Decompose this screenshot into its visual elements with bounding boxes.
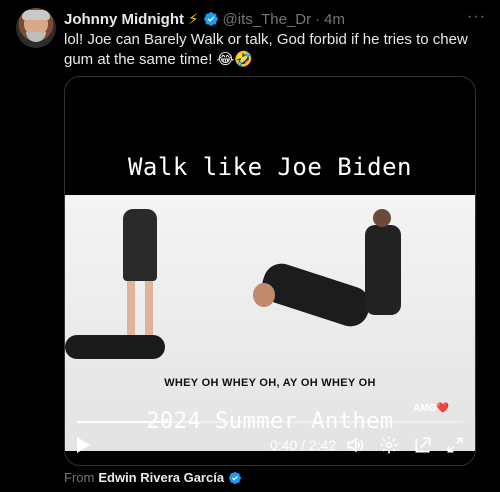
scene-figure-lying: [65, 335, 165, 359]
separator-dot: ·: [315, 10, 321, 28]
attribution-source[interactable]: Edwin Rivera García: [98, 470, 224, 485]
tweet-timestamp[interactable]: 4m: [324, 11, 345, 28]
scene-figure-dancing: [365, 225, 401, 315]
scene-figure-legs-2: [145, 281, 153, 343]
fullscreen-icon[interactable]: [445, 435, 465, 455]
author-name-emoji: ⚡: [187, 11, 199, 28]
author-name[interactable]: Johnny Midnight: [64, 11, 184, 28]
scene-figure-dancing-head: [373, 209, 391, 227]
volume-icon[interactable]: [345, 435, 365, 455]
verified-badge-icon: [203, 12, 218, 26]
scene-figure-legs: [127, 281, 135, 343]
settings-gear-icon[interactable]: [379, 435, 399, 455]
video-controls: 0:40 / 2:42: [65, 433, 475, 459]
avatar-beard: [26, 32, 46, 42]
video-watermark: AMG❤️: [413, 403, 449, 414]
tweet-header: Johnny Midnight ⚡ @its_The_Dr · 4m ···: [64, 8, 486, 28]
scene-figure-standing: [123, 209, 157, 281]
more-options-icon[interactable]: ···: [467, 8, 486, 26]
attribution-prefix: From: [64, 470, 95, 485]
avatar-hair: [22, 10, 50, 20]
picture-in-picture-icon[interactable]: [413, 435, 433, 455]
video-progress-bar[interactable]: [77, 421, 463, 423]
video-frame[interactable]: Walk like Joe Biden WHEY OH WHEY OH, AY …: [65, 77, 475, 465]
tweet-text: lol! Joe can Barely Walk or talk, God fo…: [64, 31, 468, 68]
scene-figure-crawling: [257, 258, 375, 332]
author-handle[interactable]: @its_The_Dr: [223, 11, 312, 28]
scene-figure-head: [253, 283, 275, 307]
video-caption-top: Walk like Joe Biden: [127, 153, 413, 181]
video-attribution: From Edwin Rivera García: [64, 470, 242, 485]
source-verified-badge-icon: [229, 471, 242, 484]
video-player[interactable]: Walk like Joe Biden WHEY OH WHEY OH, AY …: [64, 76, 476, 466]
video-timecode: 0:40 / 2:42: [270, 437, 337, 453]
author-avatar[interactable]: [16, 8, 56, 48]
play-icon[interactable]: [77, 437, 90, 453]
video-progress-fill: [77, 421, 173, 423]
video-caption-mid: WHEY OH WHEY OH, AY OH WHEY OH: [164, 377, 376, 389]
